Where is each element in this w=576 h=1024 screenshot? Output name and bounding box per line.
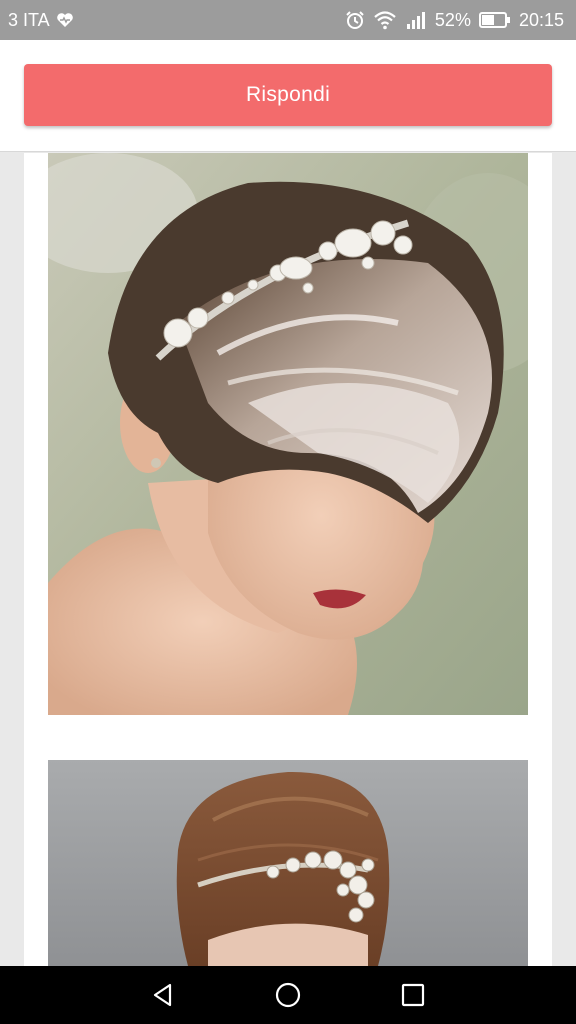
status-bar-right: 52% 20:15	[345, 10, 564, 31]
recents-icon[interactable]	[383, 966, 443, 1024]
back-icon[interactable]	[133, 966, 193, 1024]
post-content	[24, 153, 552, 966]
status-bar: 3 ITA 52% 20:15	[0, 0, 576, 40]
carrier-label: 3 ITA	[8, 9, 50, 30]
battery-icon	[478, 11, 511, 29]
reply-header: Rispondi	[0, 40, 576, 152]
status-bar-left: 3 ITA	[8, 10, 74, 31]
battery-percent: 52%	[434, 9, 471, 30]
hair-photo-2	[48, 760, 528, 966]
wifi-icon	[373, 10, 397, 30]
home-icon[interactable]	[258, 966, 318, 1024]
alarm-icon	[345, 10, 365, 30]
clock: 20:15	[518, 9, 564, 30]
reply-button[interactable]: Rispondi	[24, 64, 552, 126]
navigation-bar	[0, 966, 576, 1024]
heart-icon	[56, 12, 74, 28]
hair-photo-1	[48, 153, 528, 715]
signal-icon	[405, 10, 427, 30]
